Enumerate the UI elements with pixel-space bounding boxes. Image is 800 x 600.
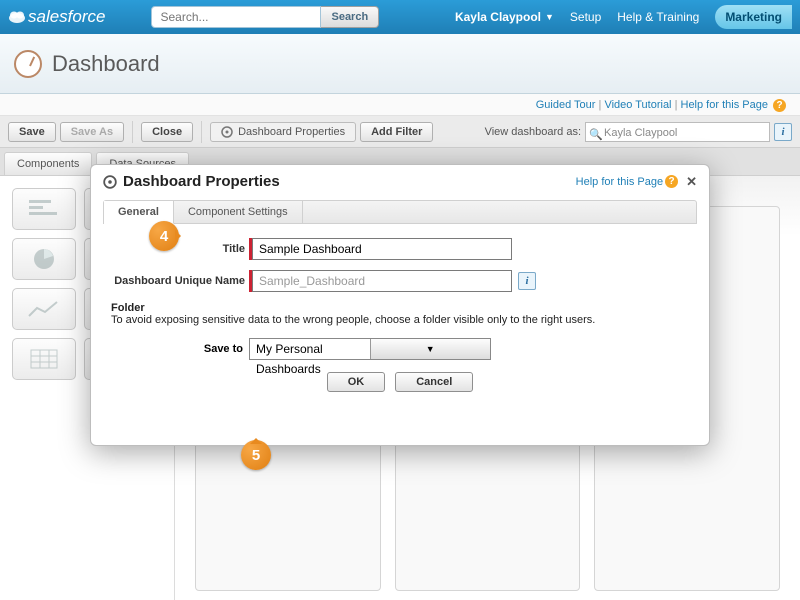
global-search: Search [151, 6, 379, 28]
view-as-lookup[interactable]: Kayla Claypool [585, 122, 770, 142]
dialog-tabs: General Component Settings [103, 200, 697, 224]
info-icon[interactable]: i [518, 272, 536, 290]
unique-name-input[interactable] [252, 270, 512, 292]
guided-tour-link[interactable]: Guided Tour [536, 99, 596, 111]
save-to-value: My Personal Dashboards [250, 339, 370, 359]
dashboard-properties-dialog: Dashboard Properties Help for this Page … [90, 164, 710, 446]
product-name: salesforce [28, 7, 105, 26]
help-icon[interactable]: ? [665, 175, 678, 188]
video-tutorial-link[interactable]: Video Tutorial [604, 99, 671, 111]
save-to-select[interactable]: My Personal Dashboards ▼ [249, 338, 491, 360]
separator [201, 121, 202, 143]
title-label: Title [109, 243, 249, 255]
setup-link[interactable]: Setup [570, 10, 601, 24]
user-menu[interactable]: Kayla Claypool [455, 10, 554, 24]
dashboard-properties-label: Dashboard Properties [238, 126, 345, 138]
save-button[interactable]: Save [8, 122, 56, 142]
cloud-icon [8, 7, 26, 25]
gear-icon [221, 126, 233, 138]
dialog-body: Title Dashboard Unique Name i Folder To … [91, 224, 709, 402]
dashboard-gauge-icon [14, 50, 42, 78]
chart-table-icon[interactable] [12, 338, 76, 380]
folder-heading: Folder [111, 302, 145, 314]
page-help-links: Guided Tour | Video Tutorial | Help for … [0, 94, 800, 116]
info-icon[interactable]: i [774, 123, 792, 141]
chart-hbar-icon[interactable] [12, 188, 76, 230]
page-title-bar: Dashboard [0, 34, 800, 94]
dashboard-toolbar: Save Save As Close Dashboard Properties … [0, 116, 800, 148]
cancel-button[interactable]: Cancel [395, 372, 473, 392]
chevron-down-icon: ▼ [370, 339, 491, 359]
folder-description: To avoid exposing sensitive data to the … [111, 314, 595, 326]
chart-pie-icon[interactable] [12, 238, 76, 280]
dialog-help-link[interactable]: Help for this Page [576, 176, 663, 188]
view-as-label: View dashboard as: [485, 126, 581, 138]
dashboard-properties-button[interactable]: Dashboard Properties [210, 122, 356, 142]
save-to-label: Save to [109, 343, 249, 355]
dialog-title: Dashboard Properties [123, 173, 280, 190]
title-input[interactable] [252, 238, 512, 260]
callout-4: 4 [149, 221, 179, 251]
tab-component-settings[interactable]: Component Settings [174, 201, 303, 223]
tab-components[interactable]: Components [4, 152, 92, 175]
chart-line-icon[interactable] [12, 288, 76, 330]
ok-button[interactable]: OK [327, 372, 386, 392]
gear-icon [103, 175, 117, 189]
search-input[interactable] [151, 6, 321, 28]
dialog-close-icon[interactable]: ✕ [686, 174, 697, 190]
search-button[interactable]: Search [321, 6, 379, 28]
separator [132, 121, 133, 143]
save-as-button[interactable]: Save As [60, 122, 124, 142]
unique-name-label: Dashboard Unique Name [109, 275, 249, 287]
help-training-link[interactable]: Help & Training [617, 10, 699, 24]
salesforce-logo: salesforce [8, 7, 105, 27]
add-filter-button[interactable]: Add Filter [360, 122, 433, 142]
help-page-link[interactable]: Help for this Page [681, 99, 768, 111]
page-title: Dashboard [52, 51, 160, 77]
callout-5: 5 [241, 440, 271, 470]
close-button[interactable]: Close [141, 122, 193, 142]
help-icon[interactable]: ? [773, 99, 786, 112]
app-menu[interactable]: Marketing [715, 5, 792, 29]
folder-section: Folder To avoid exposing sensitive data … [111, 302, 689, 326]
salesforce-header: salesforce Search Kayla Claypool Setup H… [0, 0, 800, 34]
